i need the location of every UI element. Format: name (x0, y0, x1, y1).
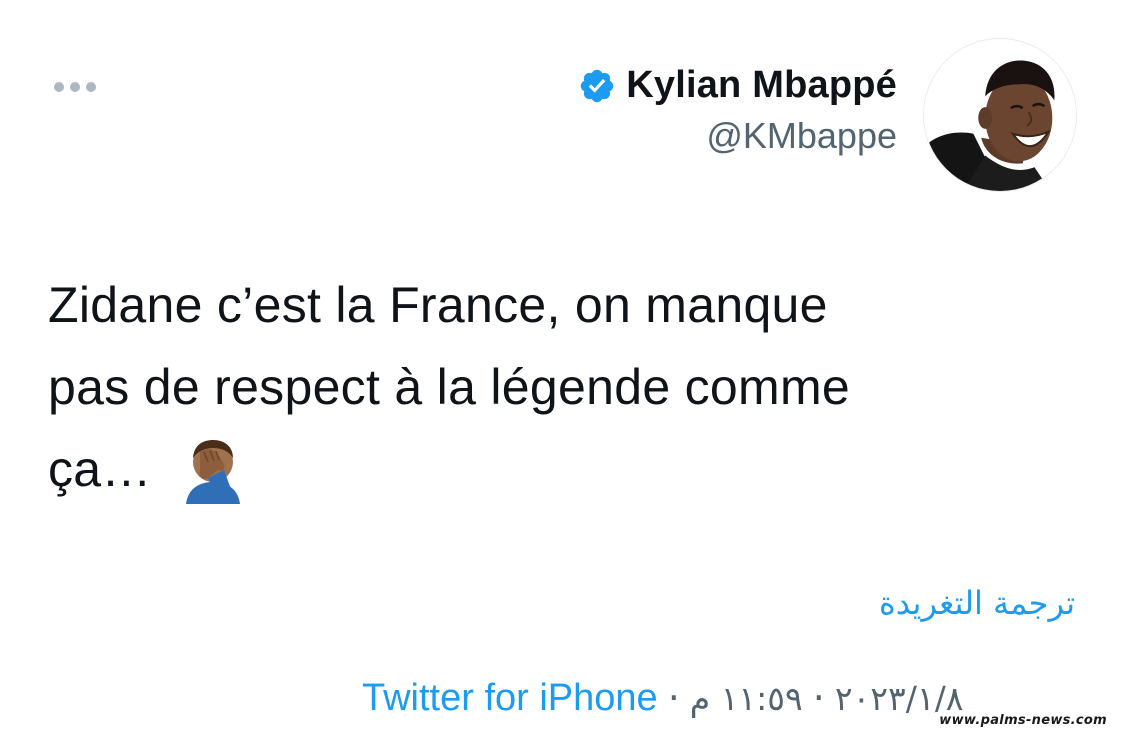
tweet-source-link[interactable]: Twitter for iPhone (362, 677, 658, 720)
face-palm-icon (185, 440, 240, 504)
author-handle[interactable]: @KMbappe (706, 115, 897, 157)
tweet-time[interactable]: ١١:٥٩ م (690, 679, 803, 718)
meta-separator: · (667, 676, 680, 720)
tweet-text-line-last: ça… (48, 428, 1068, 510)
verified-badge-icon (581, 69, 614, 102)
author-name-row[interactable]: Kylian Mbappé (578, 64, 897, 107)
avatar[interactable] (923, 38, 1077, 192)
author-name[interactable]: Kylian Mbappé (626, 64, 897, 107)
tweet-text-line: Zidane c’est la France, on manque (48, 277, 828, 333)
meta-separator: · (812, 676, 825, 720)
tweet-meta: Twitter for iPhone · ١١:٥٩ م · ٢٠٢٣/١/٨ (362, 676, 963, 720)
tweet-text-line: ça… (48, 441, 166, 497)
profile-photo-icon (924, 39, 1076, 191)
tweet-header: Kylian Mbappé @KMbappe (578, 64, 897, 157)
tweet-card: Kylian Mbappé @KMbappe Zidane c’est la F… (0, 0, 1125, 745)
tweet-text: Zidane c’est la France, on manque pas de… (48, 264, 1068, 510)
more-options-icon[interactable] (54, 82, 96, 92)
watermark: www.palms-news.com (935, 712, 1111, 729)
tweet-text-line: pas de respect à la légende comme (48, 359, 851, 415)
translate-tweet-link[interactable]: ترجمة التغريدة (879, 584, 1075, 622)
